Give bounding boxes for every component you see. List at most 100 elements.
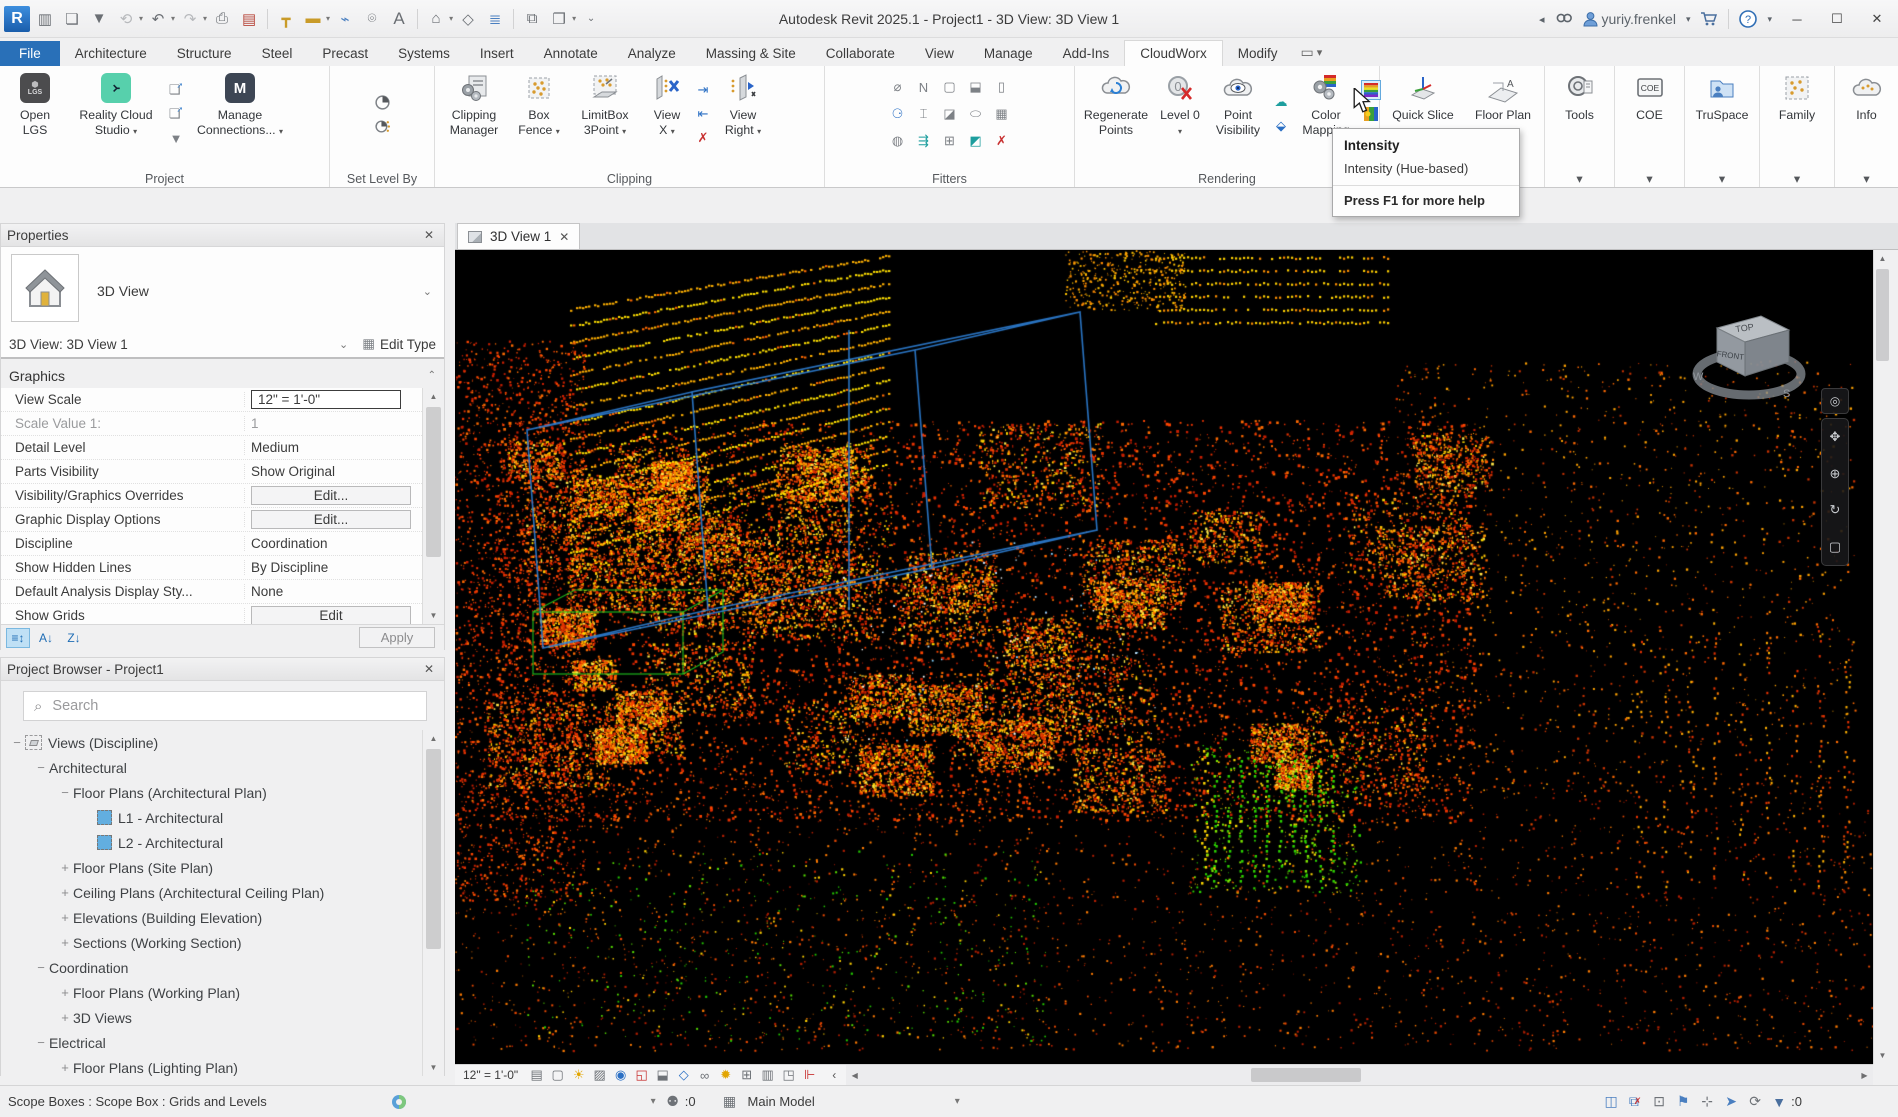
tree-item-floorplans-lighting[interactable]: +Floor Plans (Lighting Plan)	[1, 1055, 422, 1076]
pipe-fitter-icon[interactable]: ⌀	[888, 77, 908, 97]
collapse-icon[interactable]: −	[57, 785, 73, 800]
maximize-button[interactable]: ☐	[1822, 6, 1852, 32]
active-workset-dropdown[interactable]: ▾	[411, 1091, 661, 1113]
store-cart-icon[interactable]	[1700, 11, 1718, 27]
tab-structure[interactable]: Structure	[162, 41, 247, 66]
panel-flyout-info[interactable]: ▾	[1835, 171, 1898, 186]
regenerate-points-button[interactable]: Regenerate Points	[1079, 69, 1153, 137]
type-selector-value[interactable]: 3D View: 3D View 1	[9, 337, 128, 352]
chevron-down-icon[interactable]: ⌄	[339, 338, 348, 351]
close-icon[interactable]: ✕	[420, 662, 438, 676]
main-model-dropdown[interactable]: Main Model	[748, 1094, 815, 1109]
rewind-icon[interactable]: ▢	[1829, 539, 1841, 555]
collapse-search-icon[interactable]: ◂	[1539, 13, 1545, 26]
dropdown-arrow-icon[interactable]: ▾	[133, 127, 137, 136]
view-tab-3d-view-1[interactable]: 3D View 1 ✕	[457, 223, 580, 249]
tab-architecture[interactable]: Architecture	[60, 41, 162, 66]
view-scale-input[interactable]: 12" = 1'-0"	[251, 390, 401, 409]
tree-item-l2[interactable]: L2 - Architectural	[1, 830, 422, 855]
dropdown-arrow-icon[interactable]: ▾	[279, 127, 283, 136]
cylinder-fitter-icon[interactable]: ⬭	[966, 104, 986, 124]
property-row[interactable]: Show Hidden LinesBy Discipline	[1, 556, 422, 580]
tab-massing-site[interactable]: Massing & Site	[691, 41, 811, 66]
tab-file[interactable]: File	[0, 41, 60, 66]
open-project-icon[interactable]: ❏➚	[166, 80, 186, 100]
drag-on-selection-icon[interactable]: ➤	[1719, 1091, 1743, 1113]
color-mapping-button[interactable]: Color Mapping	[1293, 69, 1359, 137]
tree-item-coordination[interactable]: −Coordination	[1, 955, 422, 980]
viewport-vertical-scrollbar[interactable]: ▲ ▼	[1873, 250, 1891, 1064]
tab-steel[interactable]: Steel	[247, 41, 308, 66]
undo-dropdown-icon[interactable]: ▾	[171, 14, 175, 23]
clip-outside-icon[interactable]: ⇤	[693, 104, 713, 124]
property-row[interactable]: Show GridsEdit	[1, 604, 422, 624]
panel-flyout-family[interactable]: ▾	[1760, 171, 1834, 186]
temporary-view-properties-icon[interactable]: ▥	[757, 1066, 778, 1085]
panel-label-set-level-by[interactable]: Set Level By	[330, 172, 434, 186]
coe-button[interactable]: COE COE	[1620, 69, 1680, 123]
scale-button[interactable]: 12" = 1'-0"	[455, 1068, 526, 1082]
tree-item-architectural[interactable]: −Architectural	[1, 755, 422, 780]
tab-insert[interactable]: Insert	[465, 41, 529, 66]
apply-button[interactable]: Apply	[359, 627, 435, 648]
chevron-down-icon[interactable]: ⌄	[423, 285, 432, 298]
tree-item-3dviews[interactable]: +3D Views	[1, 1005, 422, 1030]
cloud-rain-icon[interactable]: ☁	[1271, 92, 1291, 112]
browser-search-input[interactable]: ⌕ Search	[23, 691, 427, 721]
help-icon[interactable]: ?	[1739, 10, 1757, 28]
minimize-button[interactable]: ─	[1782, 6, 1812, 32]
ribbon-display-toggle[interactable]: ▭▾	[1301, 44, 1323, 66]
select-links-icon[interactable]: ⧉✗	[1623, 1091, 1647, 1113]
design-option-dropdown-arrow[interactable]: ▾	[815, 1091, 965, 1113]
save-connection-icon[interactable]: ▼	[166, 128, 186, 148]
property-row[interactable]: DisciplineCoordination	[1, 532, 422, 556]
tree-item-l1[interactable]: L1 - Architectural	[1, 805, 422, 830]
tag-icon[interactable]: ⌾	[360, 7, 384, 31]
find-fitter-icon[interactable]: ⚆	[888, 104, 908, 124]
tree-item-floorplans-working[interactable]: +Floor Plans (Working Plan)	[1, 980, 422, 1005]
select-underlay-icon[interactable]: ⊡	[1647, 1091, 1671, 1113]
reality-cloud-studio-button[interactable]: ᚛ Reality Cloud Studio ▾	[68, 69, 164, 137]
visual-style-icon[interactable]: ▢	[547, 1066, 568, 1085]
close-icon[interactable]: ✕	[420, 228, 438, 242]
orbit-icon[interactable]: ↻	[1830, 502, 1841, 518]
collapse-icon[interactable]: −	[9, 735, 25, 750]
sync-icon[interactable]: ⟲	[114, 7, 138, 31]
collapse-icon[interactable]: −	[33, 1035, 49, 1050]
crop-view-icon[interactable]: ◱	[631, 1066, 652, 1085]
pan-icon[interactable]: ✥	[1830, 429, 1841, 445]
help-dropdown-icon[interactable]: ▾	[1767, 14, 1772, 25]
panel-label-fitters[interactable]: Fitters	[825, 172, 1074, 186]
open-lgs-button[interactable]: ⬢LGS Open LGS	[4, 69, 66, 137]
properties-scrollbar[interactable]: ▲ ▼	[422, 388, 444, 624]
thin-lines-icon[interactable]: ≣	[483, 7, 507, 31]
revit-logo[interactable]: R	[4, 6, 30, 32]
level-0-button[interactable]: 0 Level 0▾	[1155, 69, 1205, 137]
dropdown-arrow-icon[interactable]: ▾	[757, 127, 761, 136]
undo-icon[interactable]: ↶	[146, 7, 170, 31]
tree-item-electrical[interactable]: −Electrical	[1, 1030, 422, 1055]
collapse-section-icon[interactable]: ⌃	[428, 370, 436, 381]
view-cube[interactable]: W S TOP FRONT	[1687, 298, 1811, 410]
tab-cloudworx[interactable]: CloudWorx	[1124, 40, 1223, 66]
column-fitter-icon[interactable]: ▯	[992, 77, 1012, 97]
property-row[interactable]: Default Analysis Display Sty...None	[1, 580, 422, 604]
edit-overrides-button[interactable]: Edit...	[251, 486, 411, 505]
tab-annotate[interactable]: Annotate	[529, 41, 613, 66]
worksharing-status-icon[interactable]	[387, 1091, 411, 1113]
limitbox-3point-button[interactable]: LimitBox 3Point ▾	[569, 69, 641, 137]
tree-item-ceilingplans[interactable]: +Ceiling Plans (Architectural Ceiling Pl…	[1, 880, 422, 905]
set-level-target-icon[interactable]	[372, 92, 392, 112]
customize-qat-icon[interactable]: ⌄	[579, 7, 603, 31]
section-marker-icon[interactable]: ◇	[456, 7, 480, 31]
window-fitter-icon[interactable]: ⊞	[940, 131, 960, 151]
panel-flyout-truspace[interactable]: ▾	[1685, 171, 1759, 186]
family-button[interactable]: Family	[1764, 69, 1830, 123]
panel-label-clipping[interactable]: Clipping	[435, 172, 824, 186]
aligned-dimension-icon[interactable]: ┳	[274, 7, 298, 31]
graphics-section-header[interactable]: Graphics ⌃	[1, 363, 444, 388]
shadows-icon[interactable]: ▨	[589, 1066, 610, 1085]
collapse-controls-icon[interactable]: ‹	[826, 1068, 842, 1082]
set-level-points-icon[interactable]	[372, 116, 392, 136]
panel-flyout-coe[interactable]: ▾	[1615, 171, 1684, 186]
